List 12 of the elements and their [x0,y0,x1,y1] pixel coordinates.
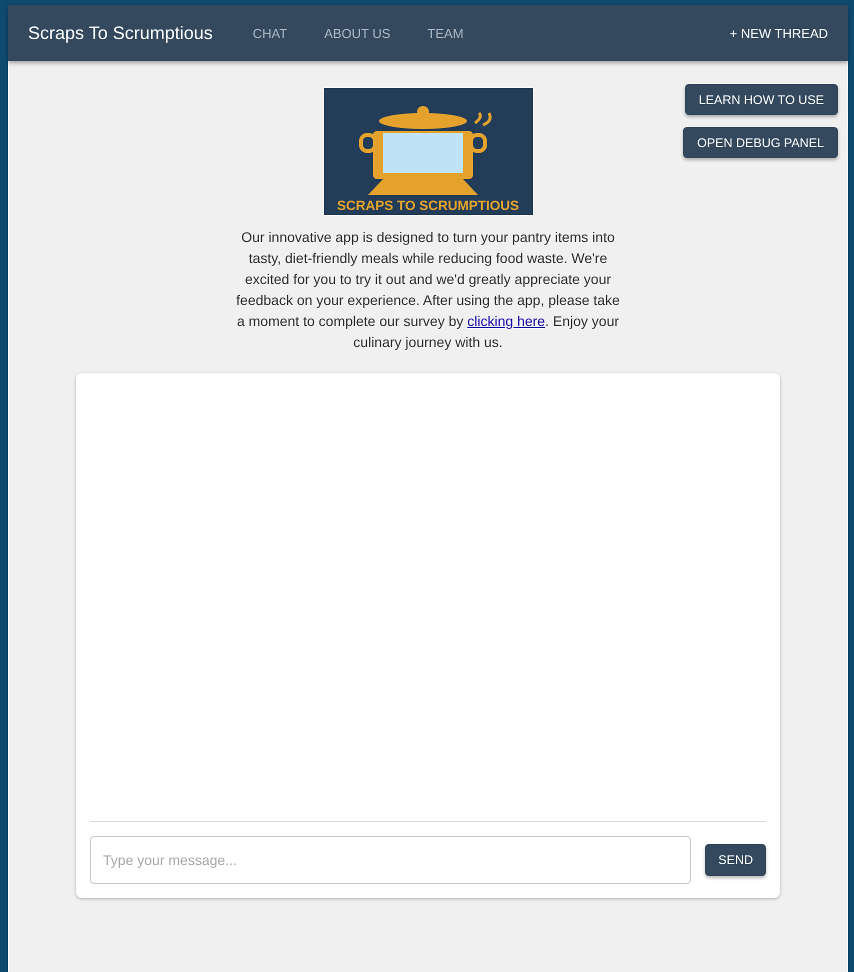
logo-text: SCRAPS TO SCRUMPTIOUS [336,198,520,213]
brand-title: Scraps To Scrumptious [28,22,213,44]
message-input[interactable]: Type your message... [90,836,692,884]
nav-link[interactable]: TEAM [427,26,464,40]
new-thread-link[interactable]: + NEW THREAD [730,26,828,40]
nav-link[interactable]: ABOUT US [324,26,390,40]
side-button[interactable]: OPEN DEBUG PANEL [683,127,838,158]
survey-link[interactable]: clicking here [467,313,546,329]
nav-link[interactable]: CHAT [252,26,288,40]
side-button[interactable]: LEARN HOW TO USE [684,84,838,115]
send-button[interactable]: SEND [705,844,766,876]
intro-paragraph: Our innovative app is designed to turn your pantry items into tasty, diet-friendly meals while reducing food waste. We're excited for you to try it out and we'd greatly appreciate your feedback on your experience. After using the app, please take a moment to complete our survey by clicking here. Enjoy your culinary journey with us. [235,228,621,352]
